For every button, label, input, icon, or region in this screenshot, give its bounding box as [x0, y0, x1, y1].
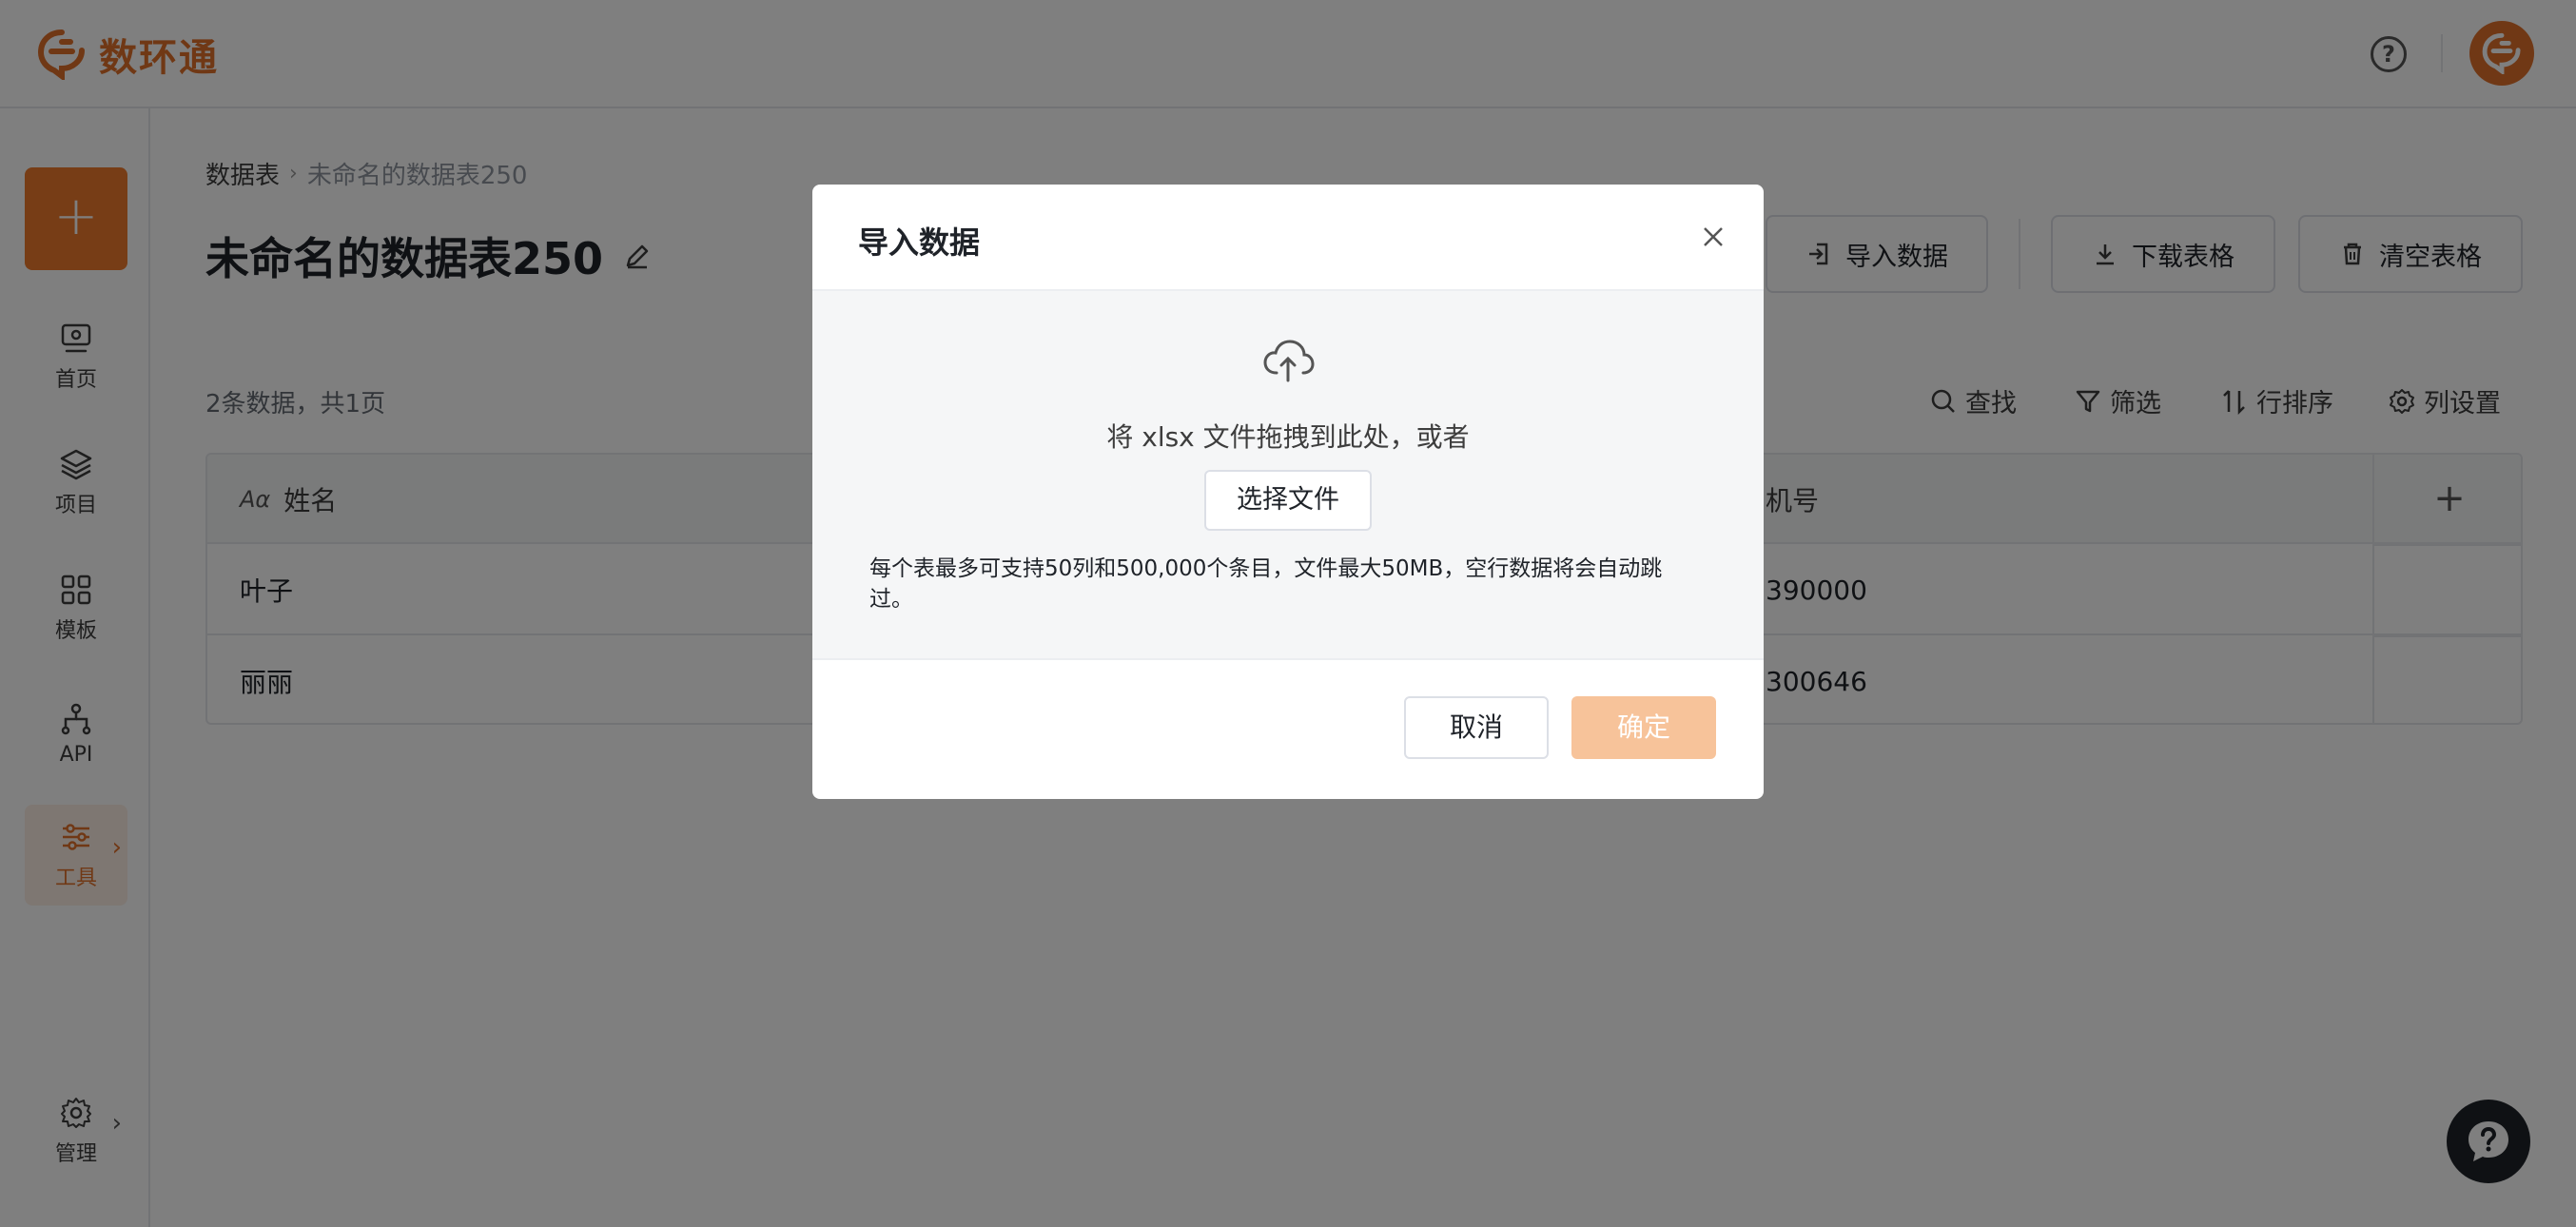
cloud-upload-icon [1263, 340, 1315, 382]
dialog-header: 导入数据 [812, 185, 1764, 291]
dialog-title: 导入数据 [858, 224, 981, 261]
confirm-button[interactable]: 确定 [1571, 696, 1716, 759]
cancel-button[interactable]: 取消 [1404, 696, 1549, 759]
import-data-dialog: 导入数据 将 xlsx 文件拖拽到此处，或者 选择文件 每个表最多可支持50列和… [812, 185, 1764, 799]
import-limits-note: 每个表最多可支持50列和500,000个条目，文件最大50MB，空行数据将会自动… [869, 556, 1663, 612]
file-drop-zone[interactable]: 将 xlsx 文件拖拽到此处，或者 选择文件 每个表最多可支持50列和500,0… [812, 291, 1764, 658]
close-icon[interactable] [1697, 221, 1729, 253]
drop-instruction: 将 xlsx 文件拖拽到此处，或者 [1106, 421, 1470, 453]
choose-file-button[interactable]: 选择文件 [1204, 470, 1372, 531]
dialog-footer: 取消 确定 [812, 658, 1764, 799]
